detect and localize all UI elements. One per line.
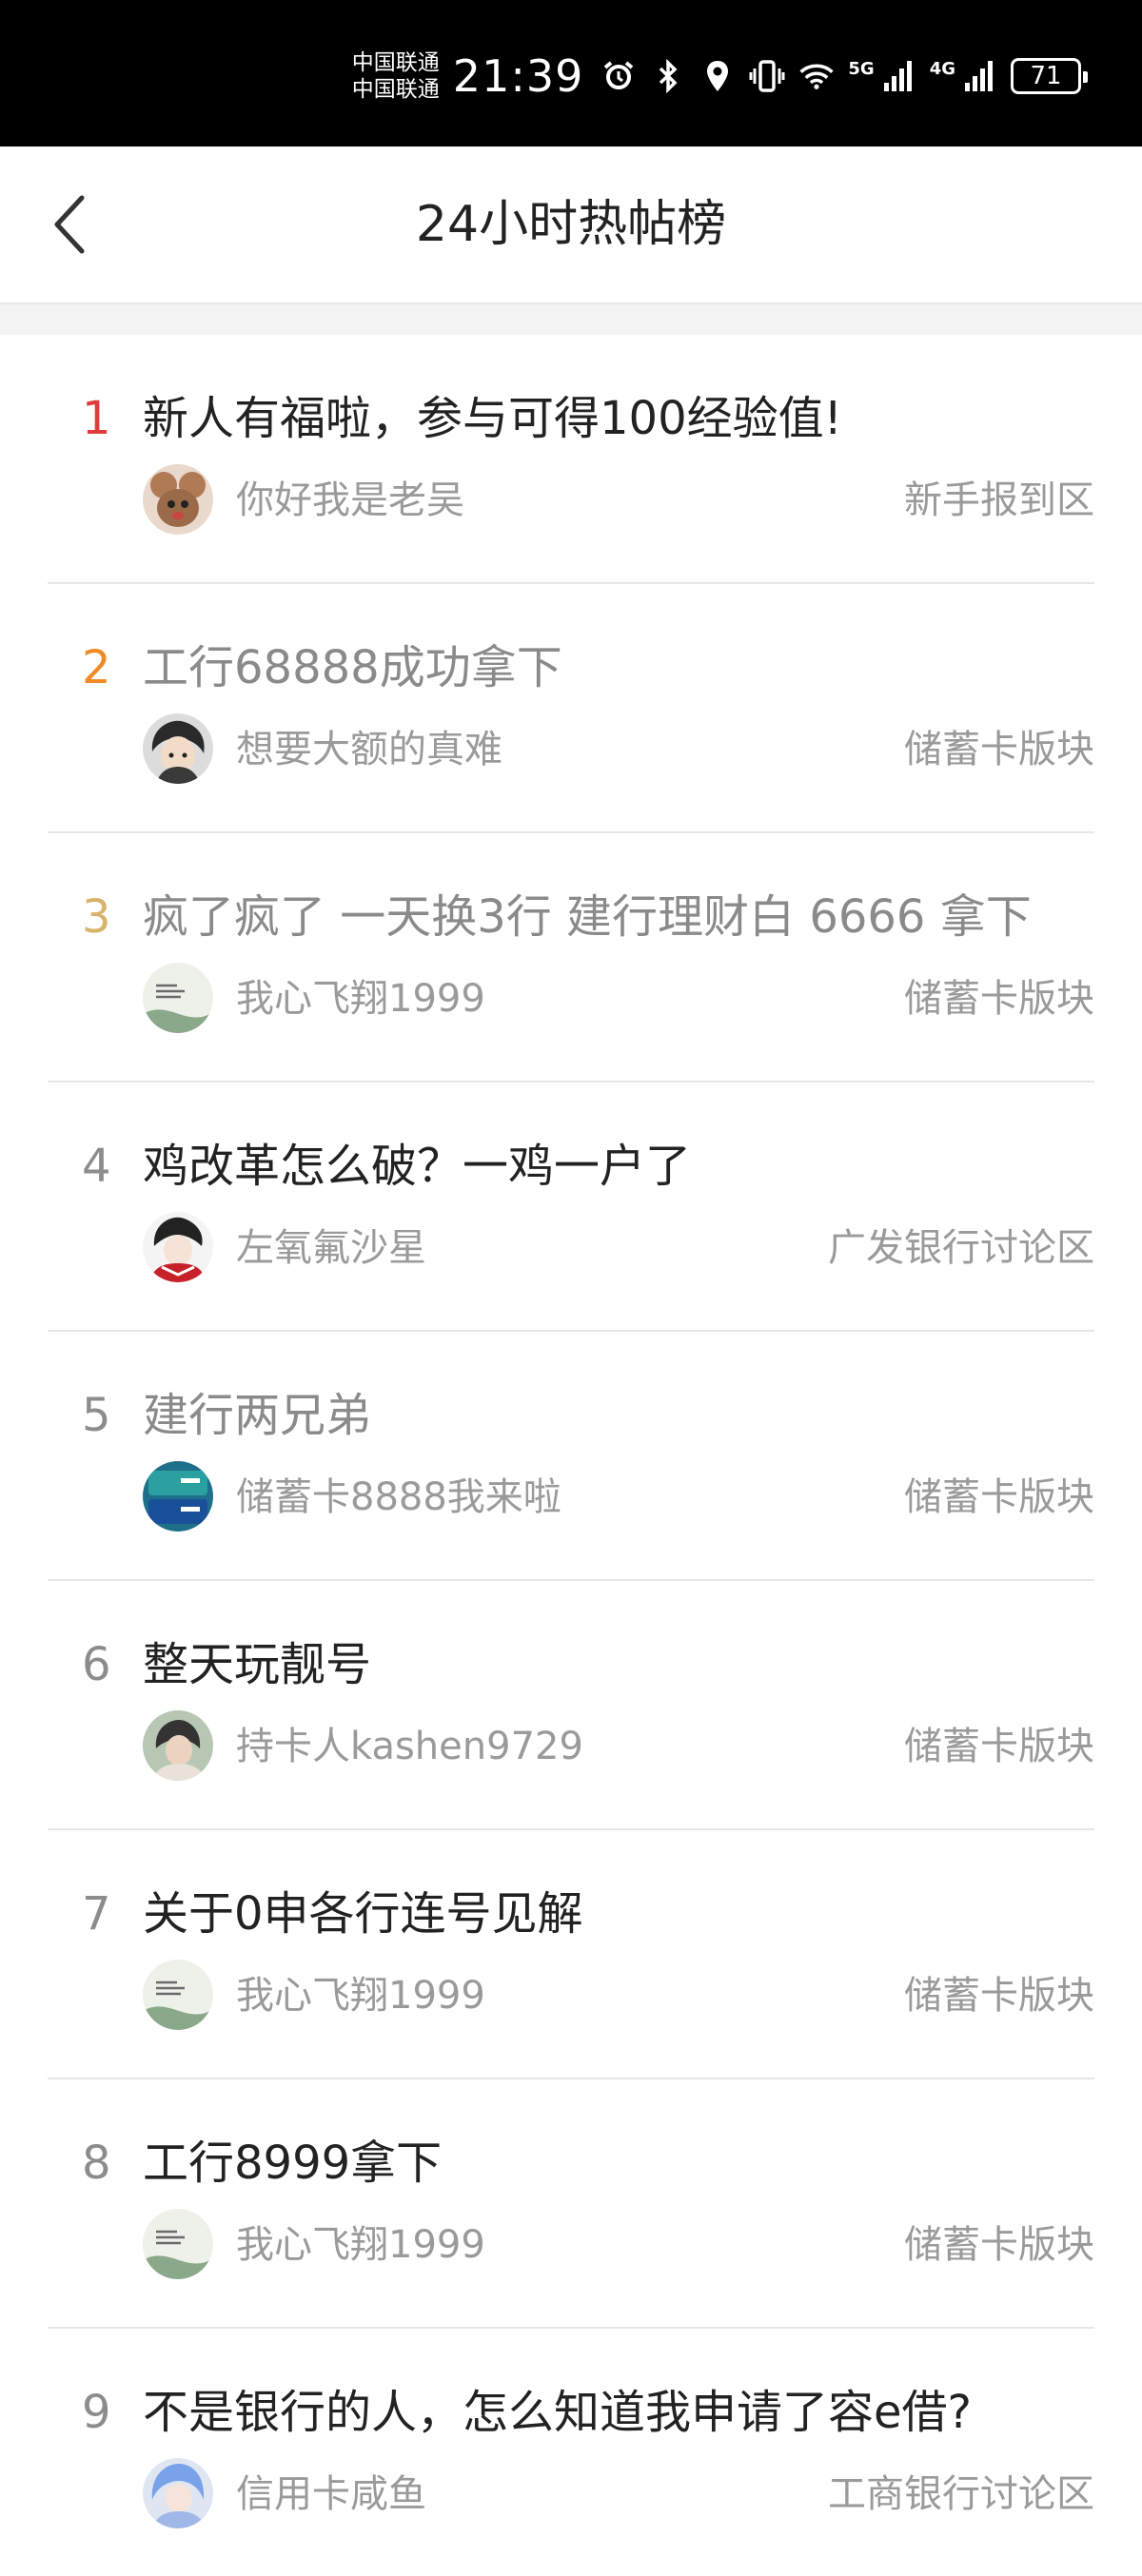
avatar[interactable] (143, 1710, 213, 1781)
post-board[interactable]: 工商银行讨论区 (828, 2462, 1094, 2527)
hot-post-list: 1 新人有福啦，参与可得100经验值! 你好我是老吴 新手报到区 2 工行688… (0, 335, 1142, 2576)
network-5g-label: 5G (848, 59, 875, 79)
post-board[interactable]: 储蓄卡版块 (904, 1465, 1094, 1530)
post-rank: 1 (82, 392, 111, 445)
post-rank: 5 (82, 1389, 111, 1442)
post-item[interactable]: 2 工行68888成功拿下 想要大额的真难 储蓄卡版块 (48, 584, 1094, 833)
post-author[interactable]: 想要大额的真难 (236, 717, 502, 782)
avatar[interactable] (143, 963, 213, 1033)
post-item[interactable]: 6 整天玩靓号 持卡人kashen9729 储蓄卡版块 (48, 1581, 1094, 1830)
post-title[interactable]: 整天玩靓号 (143, 1634, 371, 1695)
carrier-2: 中国联通 (351, 77, 440, 102)
page-title: 24小时热帖榜 (415, 196, 727, 253)
avatar[interactable] (143, 2458, 213, 2528)
post-board[interactable]: 储蓄卡版块 (904, 1963, 1094, 2028)
post-rank: 2 (82, 641, 111, 694)
post-item[interactable]: 8 工行8999拿下 我心飞翔1999 储蓄卡版块 (48, 2079, 1094, 2329)
post-title[interactable]: 疯了疯了 一天换3行 建行理财白 6666 拿下 (143, 887, 1032, 947)
post-rank: 8 (82, 2137, 111, 2190)
post-board[interactable]: 储蓄卡版块 (904, 1714, 1094, 1779)
clock: 21:39 (452, 50, 584, 102)
post-item[interactable]: 7 关于0申各行连号见解 我心飞翔1999 储蓄卡版块 (48, 1830, 1094, 2079)
network-4g-label: 4G (929, 59, 955, 79)
alarm-icon (601, 56, 637, 96)
post-title[interactable]: 建行两兄弟 (143, 1385, 371, 1446)
post-board[interactable]: 储蓄卡版块 (904, 717, 1094, 782)
post-board[interactable]: 储蓄卡版块 (904, 966, 1094, 1031)
post-item[interactable]: 9 不是银行的人，怎么知道我申请了容e借? 信用卡咸鱼 工商银行讨论区 (48, 2329, 1094, 2576)
nav-bar: 24小时热帖榜 (0, 146, 1142, 304)
post-title[interactable]: 工行8999拿下 (143, 2133, 442, 2194)
post-title[interactable]: 鸡改革怎么破？一鸡一户了 (143, 1136, 691, 1197)
post-title[interactable]: 不是银行的人，怎么知道我申请了容e借? (143, 2382, 972, 2443)
carrier-1: 中国联通 (351, 50, 440, 75)
post-item[interactable]: 1 新人有福啦，参与可得100经验值! 你好我是老吴 新手报到区 (48, 335, 1094, 584)
post-author[interactable]: 左氧氟沙星 (236, 1216, 426, 1280)
post-board[interactable]: 储蓄卡版块 (904, 2213, 1094, 2277)
post-rank: 9 (82, 2386, 111, 2439)
post-author[interactable]: 我心飞翔1999 (236, 2213, 485, 2277)
avatar[interactable] (143, 1461, 213, 1532)
post-item[interactable]: 5 建行两兄弟 储蓄卡8888我来啦 储蓄卡版块 (48, 1332, 1094, 1581)
post-title[interactable]: 工行68888成功拿下 (143, 637, 562, 698)
avatar[interactable] (143, 1960, 213, 2030)
avatar[interactable] (143, 464, 213, 535)
post-rank: 4 (82, 1140, 111, 1193)
post-board[interactable]: 新手报到区 (904, 468, 1094, 533)
post-title[interactable]: 关于0申各行连号见解 (143, 1883, 583, 1944)
post-rank: 3 (82, 890, 111, 944)
avatar[interactable] (143, 2209, 213, 2279)
avatar[interactable] (143, 713, 213, 784)
post-author[interactable]: 信用卡咸鱼 (236, 2462, 426, 2527)
section-gap (0, 304, 1142, 335)
post-author[interactable]: 持卡人kashen9729 (236, 1714, 583, 1779)
post-rank: 7 (82, 1887, 111, 1941)
post-title[interactable]: 新人有福啦，参与可得100经验值! (143, 388, 842, 449)
signal-5g-icon (880, 56, 916, 96)
avatar[interactable] (143, 1212, 213, 1282)
post-board[interactable]: 广发银行讨论区 (828, 1216, 1094, 1280)
vibrate-icon (749, 56, 785, 96)
post-rank: 6 (82, 1638, 111, 1691)
post-author[interactable]: 你好我是老吴 (236, 468, 464, 533)
carrier-info: 中国联通 中国联通 (352, 49, 440, 103)
signal-4g-icon (961, 56, 997, 96)
bluetooth-icon (650, 56, 686, 96)
wifi-icon (798, 56, 835, 96)
post-item[interactable]: 3 疯了疯了 一天换3行 建行理财白 6666 拿下 我心飞翔1999 储蓄卡版… (48, 833, 1094, 1083)
post-author[interactable]: 我心飞翔1999 (236, 1963, 485, 2028)
battery-level: 71 (1030, 62, 1062, 90)
battery-icon: 71 (1011, 58, 1088, 94)
post-author[interactable]: 我心飞翔1999 (236, 966, 485, 1031)
location-icon (699, 56, 736, 96)
status-bar: 中国联通 中国联通 21:39 5G 4G 71 (0, 0, 1142, 146)
post-item[interactable]: 4 鸡改革怎么破？一鸡一户了 左氧氟沙星 广发银行讨论区 (48, 1083, 1094, 1332)
post-author[interactable]: 储蓄卡8888我来啦 (236, 1465, 561, 1530)
